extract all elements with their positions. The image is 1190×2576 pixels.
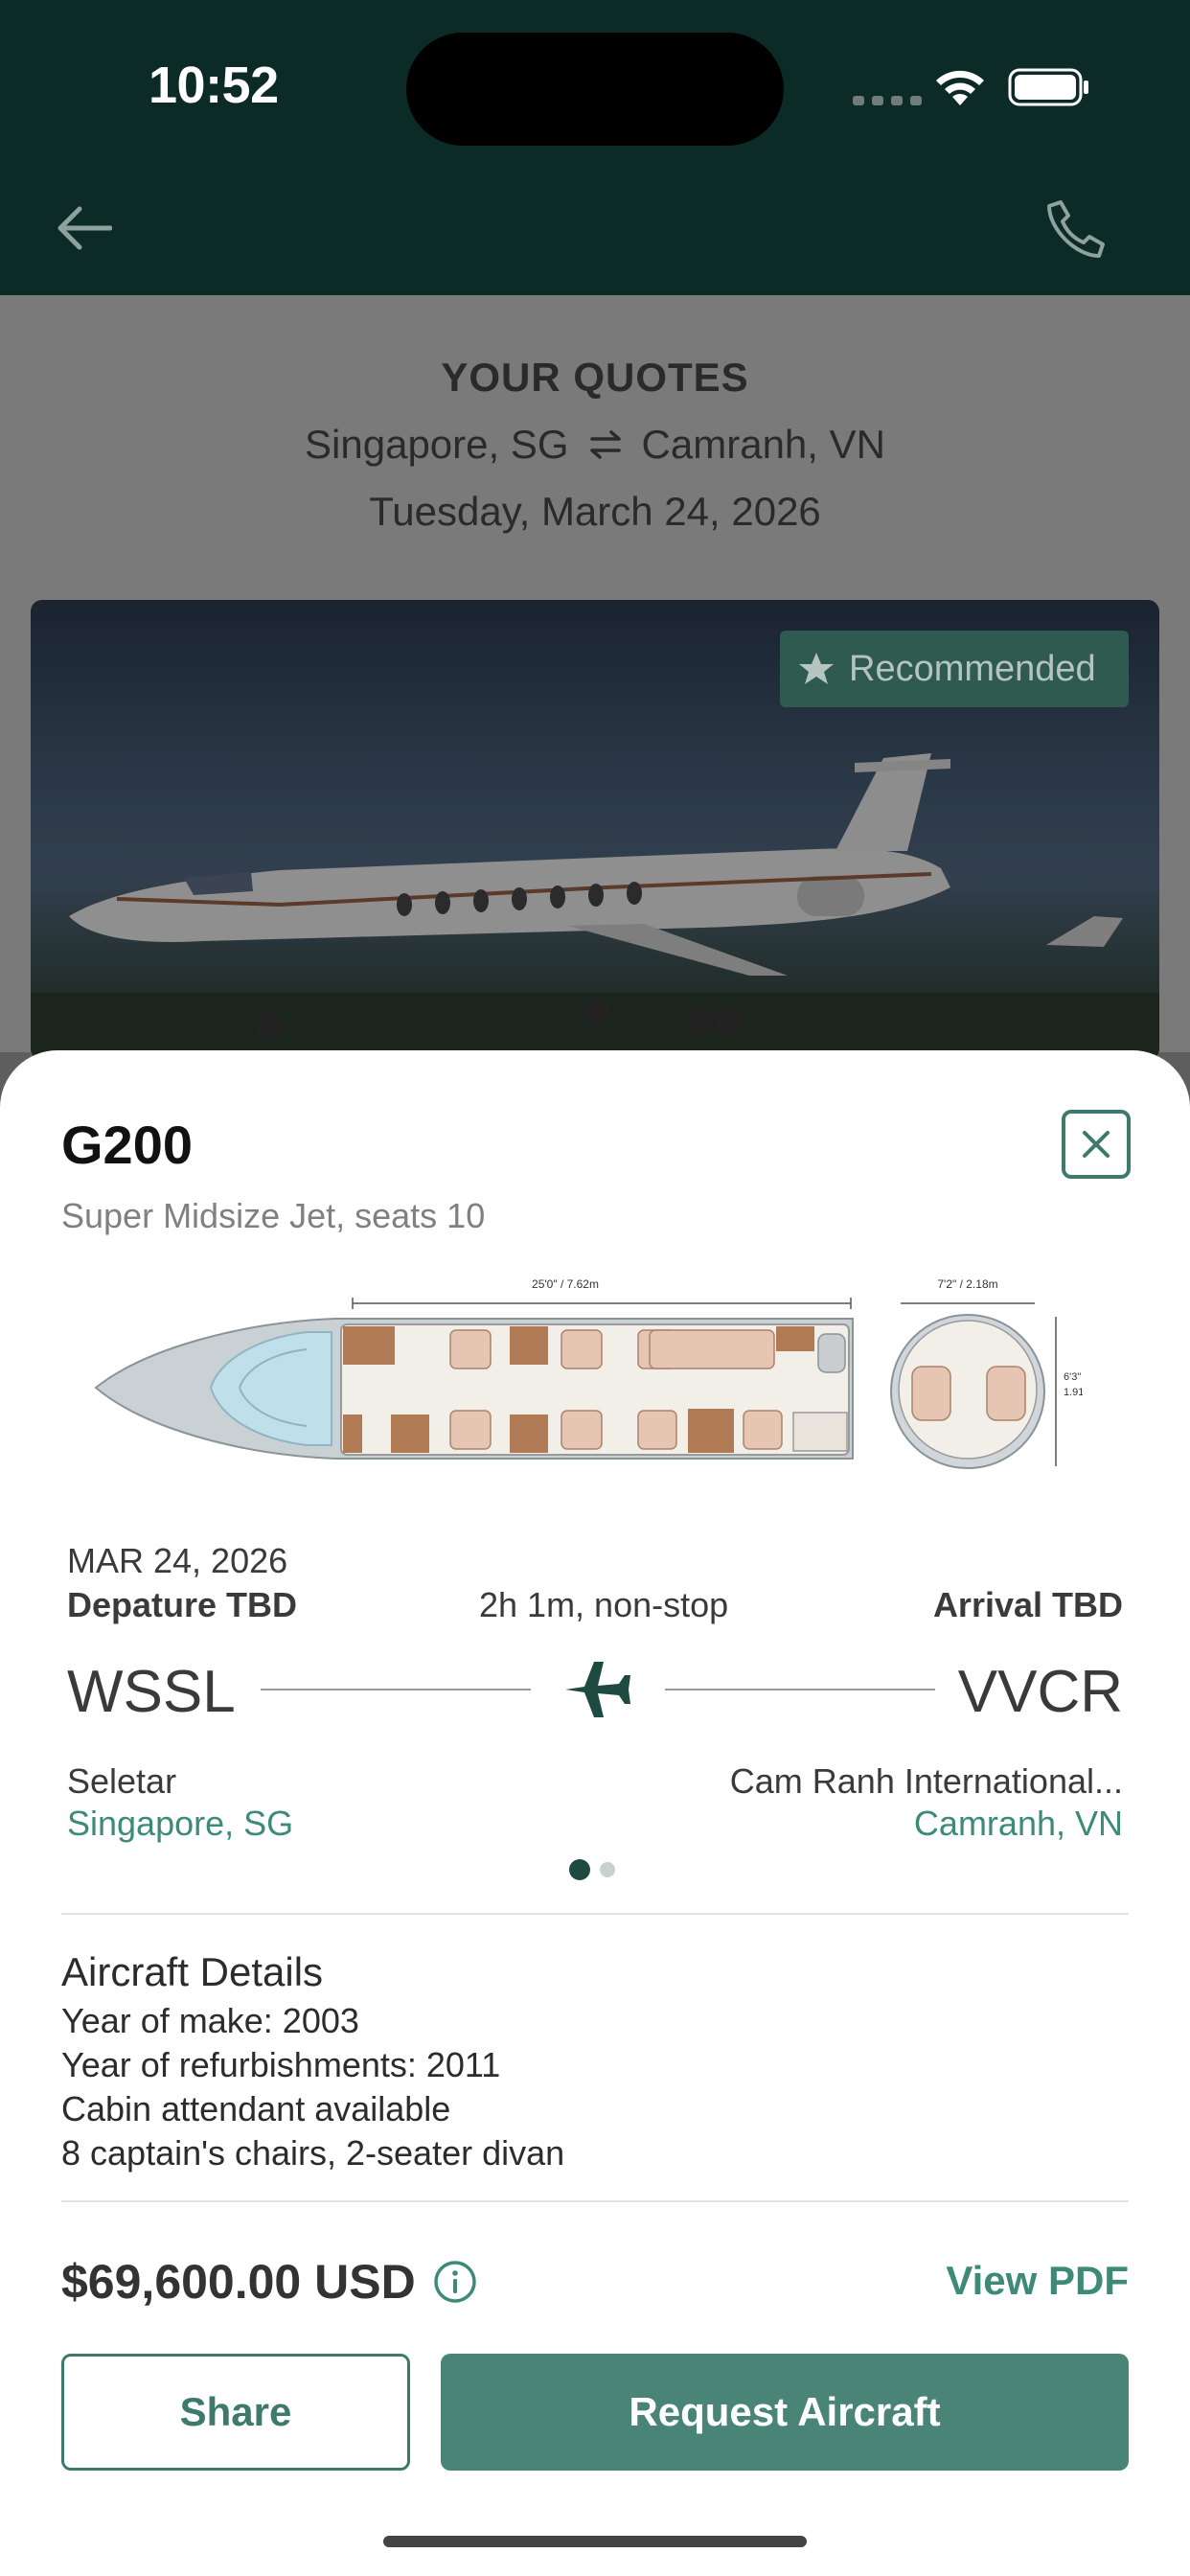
departure-airport: Seletar — [67, 1761, 177, 1801]
request-aircraft-button[interactable]: Request Aircraft — [441, 2354, 1129, 2471]
view-pdf-link[interactable]: View PDF — [946, 2258, 1129, 2304]
travel-date: Tuesday, March 24, 2026 — [369, 489, 821, 534]
flight-duration: 2h 1m, non-stop — [479, 1585, 729, 1624]
quote-price: $69,600.00 USD — [61, 2255, 416, 2309]
aircraft-subtitle: Super Midsize Jet, seats 10 — [61, 1196, 486, 1235]
departure-time: Depature TBD — [67, 1585, 298, 1624]
details-item: Year of make: 2003 — [61, 2001, 359, 2040]
swap-arrows-icon — [589, 430, 621, 459]
close-button[interactable] — [1062, 1110, 1131, 1179]
arrival-code: VVCR — [957, 1659, 1123, 1725]
page-dot-active[interactable] — [569, 1859, 590, 1880]
route-line-left — [261, 1689, 531, 1690]
arrival-city: Camranh, VN — [913, 1804, 1123, 1843]
status-time: 10:52 — [149, 57, 279, 114]
recommended-label: Recommended — [849, 648, 1096, 689]
arrival-time: Arrival TBD — [932, 1585, 1123, 1624]
route-from: Singapore, SG — [305, 422, 569, 467]
home-indicator[interactable] — [383, 2536, 807, 2547]
wifi-icon — [936, 70, 984, 105]
departure-code: WSSL — [67, 1659, 236, 1725]
cellular-signal-icon — [853, 96, 922, 105]
arrow-left-icon — [57, 206, 112, 250]
route-to: Camranh, VN — [641, 422, 885, 467]
page-indicator[interactable] — [569, 1859, 615, 1880]
cabin-width-label: 7'2" / 2.18m — [937, 1277, 997, 1291]
arrival-airport: Cam Ranh International... — [729, 1761, 1123, 1801]
price-row: $69,600.00 USD — [61, 2254, 477, 2310]
route-summary: Singapore, SG Camranh, VN — [0, 422, 1190, 468]
aircraft-name: G200 — [61, 1115, 193, 1175]
divider — [61, 2200, 1129, 2202]
back-button[interactable] — [54, 197, 115, 259]
details-item: Year of refurbishments: 2011 — [61, 2045, 501, 2084]
details-item: Cabin attendant available — [61, 2089, 451, 2128]
cabin-height-label-m: 1.91m — [1064, 1387, 1083, 1398]
route-line-right — [665, 1689, 935, 1690]
close-icon — [1083, 1131, 1110, 1158]
battery-icon — [1008, 68, 1088, 106]
info-icon[interactable] — [433, 2260, 477, 2304]
aircraft-details-list: Year of make: 2003 Year of refurbishment… — [61, 1999, 564, 2175]
share-button[interactable]: Share — [61, 2354, 410, 2471]
details-item: 8 captain's chairs, 2-seater divan — [61, 2133, 565, 2173]
dynamic-island — [406, 33, 784, 146]
cabin-length-label: 25'0" / 7.62m — [532, 1277, 599, 1291]
departure-city: Singapore, SG — [67, 1804, 294, 1843]
star-icon — [799, 653, 834, 684]
aircraft-details-title: Aircraft Details — [61, 1949, 324, 1994]
cabin-height-label-ft: 6'3" — [1064, 1371, 1081, 1383]
recommended-badge: Recommended — [780, 631, 1129, 707]
divider — [61, 1913, 1129, 1915]
cabin-floorplan: 25'0" / 7.62m 7'2" / 2.18m 6'3" 1.91m — [94, 1277, 1083, 1469]
call-button[interactable] — [1037, 192, 1113, 268]
flight-date: MAR 24, 2026 — [67, 1541, 288, 1580]
page-title: YOUR QUOTES — [441, 355, 749, 400]
phone-icon — [1047, 200, 1105, 258]
page-dot[interactable] — [600, 1862, 615, 1877]
airplane-icon — [565, 1662, 630, 1717]
